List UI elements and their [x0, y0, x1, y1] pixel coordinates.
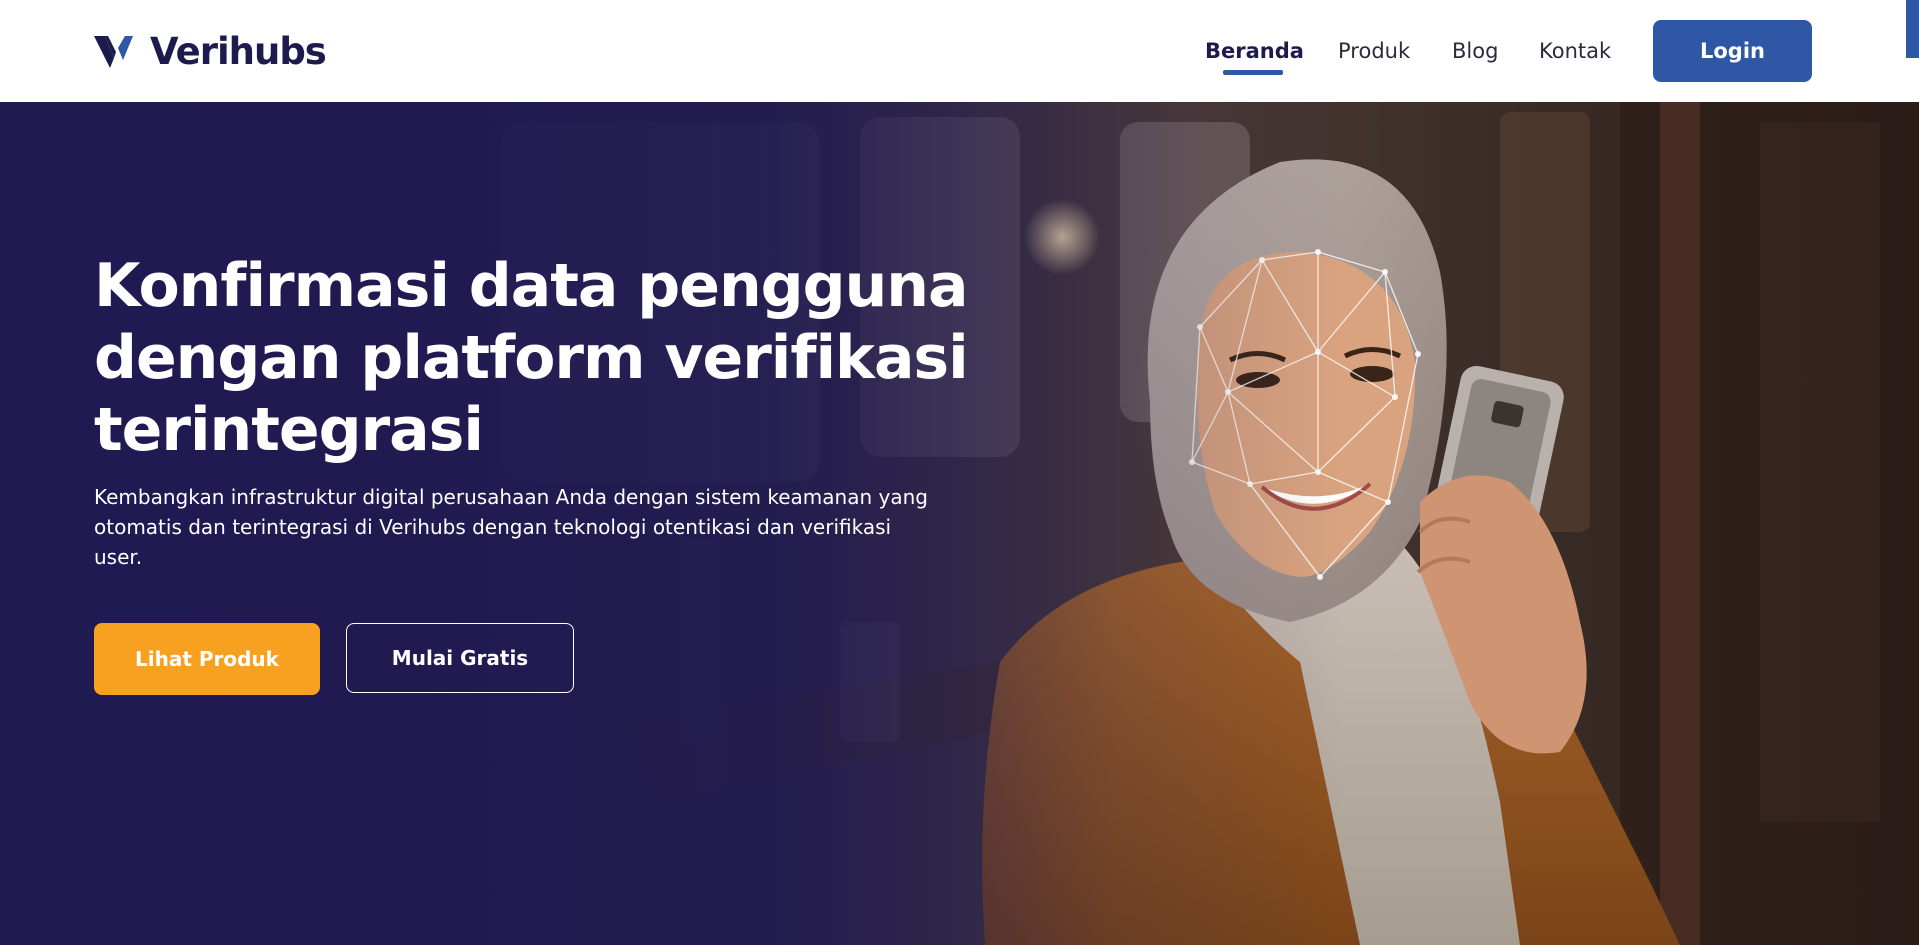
nav-item-beranda[interactable]: Beranda — [1205, 36, 1304, 66]
verihubs-logo-icon — [94, 36, 133, 68]
brand-logo[interactable]: Verihubs — [94, 30, 327, 74]
login-button[interactable]: Login — [1653, 20, 1812, 82]
active-nav-indicator — [1223, 70, 1283, 75]
nav-item-kontak[interactable]: Kontak — [1539, 36, 1611, 66]
brand-name: Verihubs — [150, 30, 327, 73]
hero-title: Konfirmasi data pengguna dengan platform… — [94, 251, 969, 465]
mulai-gratis-button[interactable]: Mulai Gratis — [346, 623, 574, 693]
nav-item-blog[interactable]: Blog — [1452, 36, 1498, 66]
hero-subtitle: Kembangkan infrastruktur digital perusah… — [94, 485, 928, 569]
lihat-produk-button[interactable]: Lihat Produk — [94, 623, 320, 695]
hero-content: Konfirmasi data pengguna dengan platform… — [94, 250, 994, 572]
hero-section: Konfirmasi data pengguna dengan platform… — [0, 102, 1919, 945]
site-header: Verihubs Beranda Produk Blog Kontak Logi… — [0, 0, 1919, 102]
side-tab[interactable] — [1906, 0, 1919, 58]
nav-item-produk[interactable]: Produk — [1338, 36, 1410, 66]
